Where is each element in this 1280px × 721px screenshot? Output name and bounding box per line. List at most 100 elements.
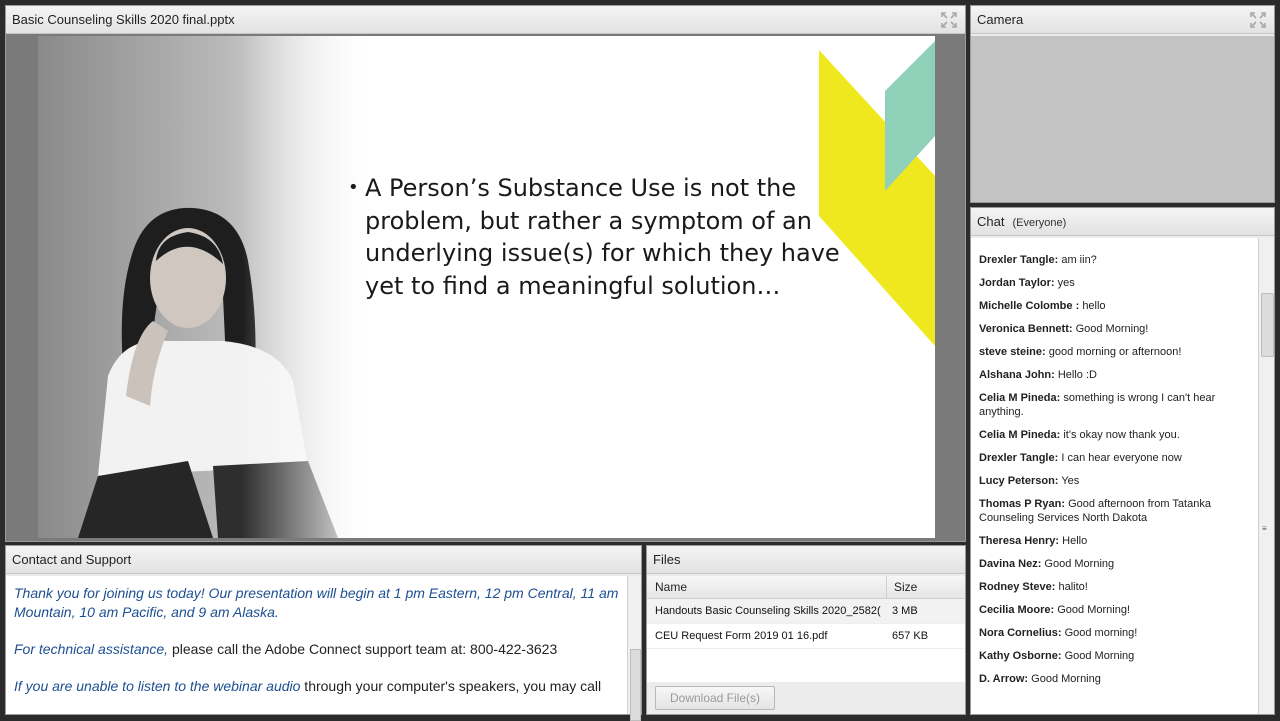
chat-sender: Jordan Taylor: [979, 277, 1055, 289]
slide-bullet: • A Person’s Substance Use is not the pr… [348, 172, 848, 302]
chat-text: am iin? [1061, 254, 1097, 266]
chat-text: Good Morning! [1075, 323, 1149, 335]
chat-sender: Rodney Steve: [979, 581, 1056, 593]
chat-sender: Drexler Tangle: [979, 452, 1059, 464]
chat-message: Drexler Tangle: am iin? [971, 253, 1258, 267]
share-stage: • A Person’s Substance Use is not the pr… [6, 34, 965, 541]
chat-message: Celia M Pineda: it's okay now thank you. [971, 428, 1258, 442]
column-divider[interactable] [886, 576, 887, 598]
chat-text: Hello :D [1057, 369, 1097, 381]
chat-message: Alshana John: Hello :D [971, 368, 1258, 382]
chat-sender: Celia M Pineda: [979, 429, 1061, 441]
contact-paragraph-tech: For technical assistance, please call th… [14, 640, 619, 659]
audio-label: If you are unable to listen to the webin… [14, 678, 301, 694]
file-size: 3 MB [892, 605, 918, 617]
chat-message: Veronica Bennett: Good Morning! [971, 322, 1258, 336]
chat-message: Rodney Steve: halito! [971, 580, 1258, 594]
audio-text: through your computer's speakers, you ma… [300, 678, 602, 694]
slide-bullet-text: A Person’s Substance Use is not the prob… [365, 174, 840, 300]
chat-message: Lucy Peterson: Yes [971, 474, 1258, 488]
chat-scope: (Everyone) [1012, 217, 1067, 229]
chat-text: Good Morning [1044, 558, 1115, 570]
chat-text: Hello [1062, 535, 1088, 547]
share-pod-title: Basic Counseling Skills 2020 final.pptx [12, 12, 235, 27]
download-files-button[interactable]: Download File(s) [655, 686, 775, 710]
chat-message: Celia M Pineda: something is wrong I can… [971, 391, 1258, 419]
chat-scrollbar[interactable]: ≡ [1258, 238, 1274, 714]
chat-sender: Theresa Henry: [979, 535, 1060, 547]
tech-assistance-text: please call the Adobe Connect support te… [168, 641, 558, 657]
contact-pod-title: Contact and Support [12, 552, 132, 567]
chat-pod: Chat (Everyone) Drexler Tangle: am iin? Jo… [970, 207, 1275, 715]
chat-sender: Michelle Colombe : [979, 300, 1080, 312]
camera-pod-header: Camera [971, 6, 1274, 34]
chat-message: Nora Cornelius: Good morning! [971, 626, 1258, 640]
chat-message: Davina Nez: Good Morning [971, 557, 1258, 571]
chat-message: Cecilia Moore: Good Morning! [971, 603, 1258, 617]
camera-video-area [971, 36, 1274, 202]
contact-scroll-thumb[interactable] [630, 649, 641, 721]
tech-assistance-label: For technical assistance, [14, 641, 169, 657]
contact-notes: Thank you for joining us today! Our pres… [6, 576, 627, 714]
fullscreen-icon[interactable] [941, 12, 957, 28]
chat-sender: Davina Nez: [979, 558, 1042, 570]
chat-message: Jordan Taylor: yes [971, 276, 1258, 290]
chat-text: Good Morning [1031, 673, 1101, 685]
camera-pod: Camera [970, 5, 1275, 203]
chat-message: steve steine: good morning or afternoon! [971, 345, 1258, 359]
slide-photo [38, 36, 378, 538]
chat-text: Good Morning! [1057, 604, 1131, 616]
files-pod-title: Files [653, 552, 681, 567]
chat-message: Thomas P Ryan: Good afternoon from Tatan… [971, 497, 1258, 525]
slide-decoration [819, 41, 935, 346]
chat-text: Good Morning [1064, 650, 1135, 662]
chat-sender: Cecilia Moore: [979, 604, 1055, 616]
chat-message: D. Arrow: Good Morning [971, 672, 1258, 686]
files-pod-header: Files [647, 546, 965, 574]
file-row[interactable]: Handouts Basic Counseling Skills 2020_25… [647, 599, 965, 624]
chat-text: I can hear everyone now [1061, 452, 1182, 464]
chat-message: Theresa Henry: Hello [971, 534, 1258, 548]
files-col-name[interactable]: Name [655, 580, 687, 594]
chat-sender: Veronica Bennett: [979, 323, 1073, 335]
chat-list: Drexler Tangle: am iin? Jordan Taylor: ye… [971, 238, 1258, 686]
share-pod-header: Basic Counseling Skills 2020 final.pptx [6, 6, 965, 34]
contact-paragraph-audio: If you are unable to listen to the webin… [14, 677, 619, 696]
contact-paragraph-welcome: Thank you for joining us today! Our pres… [14, 584, 619, 622]
file-row[interactable]: CEU Request Form 2019 01 16.pdf 657 KB [647, 624, 965, 649]
contact-support-pod: Contact and Support Thank you for joinin… [5, 545, 642, 721]
chat-text: yes [1057, 277, 1075, 289]
chat-scroll-thumb[interactable] [1261, 293, 1274, 357]
chat-text: hello [1082, 300, 1106, 312]
chat-pod-header: Chat (Everyone) [971, 208, 1274, 236]
chat-text: Good morning! [1064, 627, 1138, 639]
chat-sender: D. Arrow: [979, 673, 1029, 685]
chat-text: Yes [1061, 475, 1080, 487]
presentation-slide: • A Person’s Substance Use is not the pr… [38, 36, 935, 538]
chat-sender: steve steine: [979, 346, 1046, 358]
chat-sender: Alshana John: [979, 369, 1055, 381]
chat-text: halito! [1058, 581, 1088, 593]
file-size: 657 KB [892, 630, 929, 642]
chat-sender: Kathy Osborne: [979, 650, 1062, 662]
chat-sender: Lucy Peterson: [979, 475, 1059, 487]
contact-scrollbar[interactable] [627, 576, 641, 721]
file-name: CEU Request Form 2019 01 16.pdf [655, 630, 828, 642]
chat-title: Chat [977, 214, 1005, 229]
chat-message: Drexler Tangle: I can hear everyone now [971, 451, 1258, 465]
chat-text: it's okay now thank you. [1063, 429, 1180, 441]
files-table-header: Name Size [647, 576, 965, 599]
chat-sender: Thomas P Ryan: [979, 498, 1065, 510]
chat-sender: Nora Cornelius: [979, 627, 1062, 639]
chat-text: good morning or afternoon! [1048, 346, 1182, 358]
bullet-dot: • [348, 177, 359, 198]
contact-pod-header: Contact and Support [6, 546, 641, 574]
chat-scroll-grip-icon: ≡ [1262, 524, 1267, 533]
welcome-text: Thank you for joining us today! Our pres… [14, 585, 619, 620]
files-col-size[interactable]: Size [894, 580, 917, 594]
camera-pod-title: Camera [977, 12, 1024, 27]
chat-messages: Drexler Tangle: am iin? Jordan Taylor: ye… [971, 238, 1258, 714]
fullscreen-icon[interactable] [1250, 12, 1266, 28]
files-table: Name Size Handouts Basic Counseling Skil… [647, 576, 965, 682]
chat-sender: Celia M Pineda: [979, 392, 1061, 404]
